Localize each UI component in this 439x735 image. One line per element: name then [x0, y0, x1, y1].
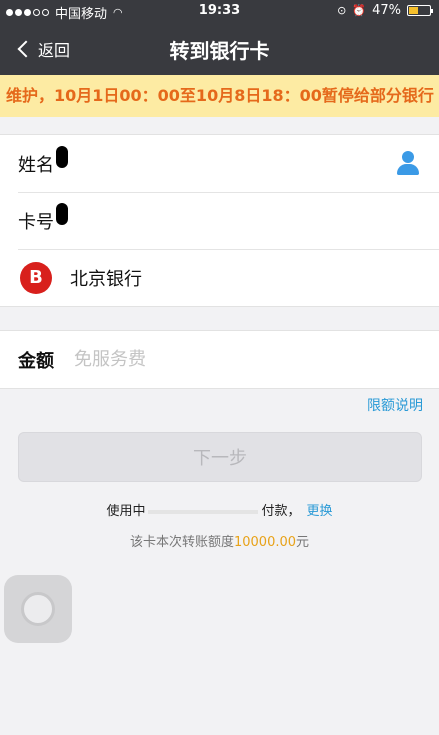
- name-row[interactable]: 姓名: [0, 135, 439, 192]
- status-bar: 中国移动 ◠ 19:33 ⊙ ⏰ 47%: [0, 0, 439, 22]
- battery-icon: [407, 5, 433, 16]
- limit-amount: 10000.00: [233, 535, 297, 550]
- assistive-touch-button[interactable]: [4, 575, 72, 643]
- limit-prefix: 该卡本次转账额度: [129, 535, 234, 550]
- maintenance-notice: 维护，10月1日00：00至10月8日18：00暂停给部分银行: [0, 75, 439, 117]
- limit-info-link[interactable]: 限额说明: [367, 395, 423, 415]
- next-step-button[interactable]: 下一步: [18, 432, 422, 482]
- change-payment-link[interactable]: 更换: [307, 504, 333, 519]
- battery-percent: 47%: [372, 3, 401, 18]
- amount-label: 金额: [18, 350, 54, 372]
- page-title: 转到银行卡: [169, 39, 270, 63]
- battery-fill: [409, 7, 419, 14]
- bank-row[interactable]: B 北京银行: [0, 249, 439, 306]
- contact-icon[interactable]: [397, 151, 419, 175]
- payment-method-line: 使用中 付款， 更换: [0, 500, 439, 519]
- orientation-lock-icon: ⊙: [337, 4, 347, 17]
- bank-logo-icon: B: [20, 261, 52, 294]
- redacted-card-number: [56, 202, 68, 225]
- assistive-touch-icon: [21, 592, 55, 626]
- redacted-payment-card: [148, 509, 259, 514]
- payment-suffix: 付款，: [261, 504, 301, 519]
- redacted-name: [56, 145, 68, 168]
- name-label: 姓名: [18, 154, 54, 176]
- card-number-row[interactable]: 卡号: [0, 192, 439, 249]
- recipient-card: 姓名 卡号 B 北京银行: [0, 134, 439, 307]
- amount-input[interactable]: [74, 349, 374, 370]
- alarm-icon: ⏰: [352, 4, 367, 17]
- amount-card: 金额: [0, 330, 439, 389]
- card-number-label: 卡号: [18, 211, 54, 233]
- limit-suffix: 元: [296, 535, 310, 550]
- amount-row: 金额: [0, 331, 439, 388]
- transfer-limit-line: 该卡本次转账额度10000.00元: [0, 531, 439, 550]
- payment-prefix: 使用中: [106, 504, 146, 519]
- nav-bar: 返回 转到银行卡: [0, 22, 439, 75]
- status-right: ⊙ ⏰ 47%: [337, 3, 433, 18]
- bank-name: 北京银行: [70, 268, 142, 290]
- notice-text: 维护，10月1日00：00至10月8日18：00暂停给部分银行: [6, 86, 434, 105]
